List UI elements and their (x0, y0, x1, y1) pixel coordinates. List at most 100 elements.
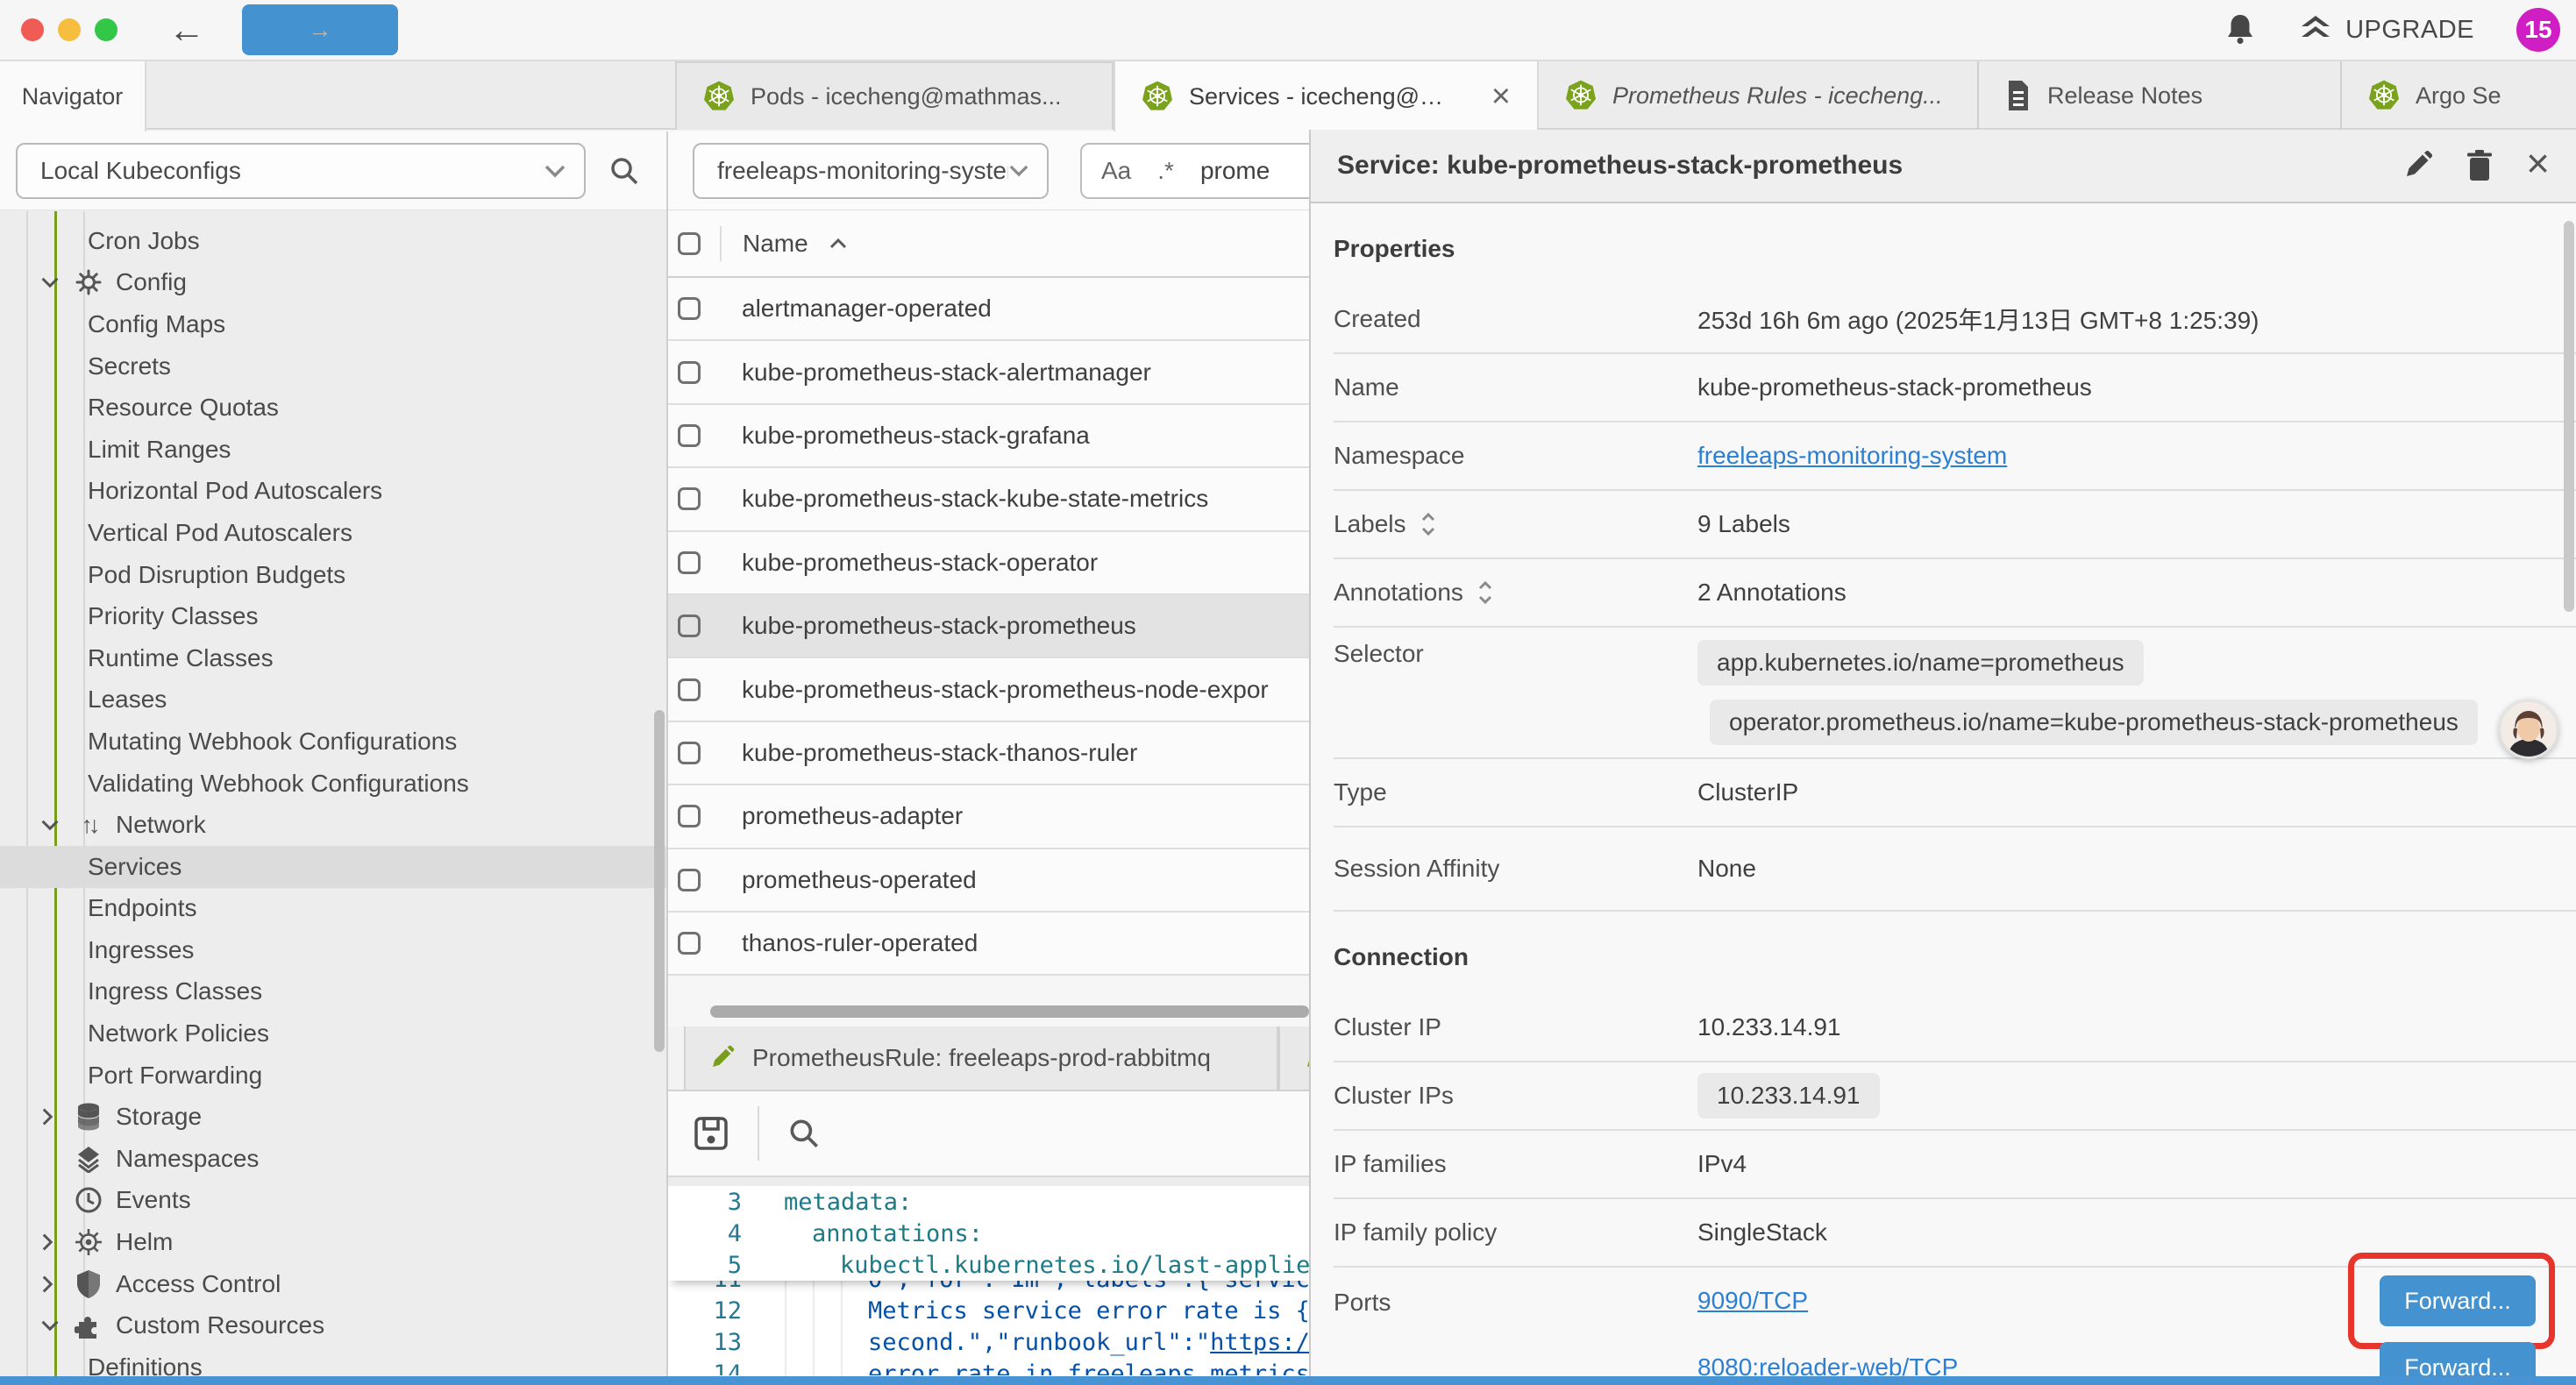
save-icon[interactable] (691, 1113, 731, 1154)
sidebar-item-mutating-webhook-configurations[interactable]: Mutating Webhook Configurations (0, 721, 666, 763)
window-minimize-button[interactable] (58, 18, 81, 41)
close-icon[interactable]: × (2526, 143, 2550, 183)
row-checkbox[interactable] (678, 361, 701, 384)
sidebar-item-config[interactable]: Config (0, 262, 666, 304)
sidebar-item-custom-resources[interactable]: Custom Resources (0, 1304, 666, 1346)
table-row[interactable]: kube-prometheus-stack-thanos-ruler (668, 722, 1309, 785)
row-checkbox[interactable] (678, 551, 701, 574)
sidebar-item-ingress-classes[interactable]: Ingress Classes (0, 971, 666, 1013)
tab-argo[interactable]: Argo Se (2342, 61, 2570, 130)
port-link[interactable]: 9090/TCP (1697, 1287, 1808, 1315)
row-checkbox[interactable] (678, 614, 701, 637)
chevron-right-icon[interactable] (40, 1107, 54, 1126)
sidebar-item-network-policies[interactable]: Network Policies (0, 1012, 666, 1055)
sidebar-item-config-maps[interactable]: Config Maps (0, 303, 666, 345)
sidebar-item-services[interactable]: Services (0, 846, 666, 888)
sidebar-item-namespaces[interactable]: Namespaces (0, 1138, 666, 1180)
table-row[interactable]: kube-prometheus-stack-prometheus-node-ex… (668, 658, 1309, 721)
sidebar-item-pod-disruption-budgets[interactable]: Pod Disruption Budgets (0, 554, 666, 596)
sidebar-item-resource-quotas[interactable]: Resource Quotas (0, 387, 666, 429)
window-close-button[interactable] (21, 18, 44, 41)
assistant-avatar[interactable] (2499, 700, 2558, 759)
drawer-scrollbar[interactable] (2564, 221, 2574, 612)
sidebar-item-definitions[interactable]: Definitions (0, 1346, 666, 1376)
search-icon[interactable] (607, 153, 642, 188)
table-row[interactable]: alertmanager-operated (668, 278, 1309, 341)
tab-release[interactable]: Release Notes (1979, 61, 2342, 130)
sort-updown-icon[interactable] (1477, 580, 1493, 605)
table-row[interactable]: kube-prometheus-stack-alertmanager (668, 341, 1309, 404)
table-row[interactable]: kube-prometheus-stack-kube-state-metrics (668, 468, 1309, 531)
sidebar-item-ingresses[interactable]: Ingresses (0, 929, 666, 971)
table-row[interactable]: thanos-ruler-operated (668, 913, 1309, 976)
search-input[interactable]: Aa .* prome (1080, 143, 1309, 199)
horizontal-scrollbar[interactable] (710, 1005, 1309, 1018)
sidebar-item-secrets[interactable]: Secrets (0, 345, 666, 387)
forward-button[interactable]: Forward... (2380, 1275, 2536, 1326)
namespace-link[interactable]: freeleaps-monitoring-system (1697, 442, 2007, 470)
forward-button[interactable]: Forward... (2380, 1342, 2536, 1376)
sidebar-item-events[interactable]: Events (0, 1180, 666, 1222)
sidebar-item-cron-jobs[interactable]: Cron Jobs (0, 220, 666, 262)
chevron-right-icon[interactable] (40, 1275, 54, 1294)
window-zoom-button[interactable] (95, 18, 117, 41)
edit-pencil-icon[interactable] (2402, 150, 2433, 181)
namespace-select[interactable]: freeleaps-monitoring-system (693, 143, 1049, 199)
match-case-toggle[interactable]: Aa (1101, 157, 1131, 185)
kubeconfig-select[interactable]: Local Kubeconfigs (16, 143, 586, 199)
sidebar-item-leases[interactable]: Leases (0, 679, 666, 721)
row-checkbox[interactable] (678, 297, 701, 320)
editor-tab[interactable] (1278, 1026, 1309, 1090)
chevron-down-icon[interactable] (40, 275, 60, 289)
notification-badge[interactable]: 15 (2516, 8, 2560, 52)
table-row[interactable]: prometheus-operated (668, 849, 1309, 913)
sort-updown-icon[interactable] (1420, 512, 1436, 536)
row-checkbox[interactable] (678, 424, 701, 447)
row-checkbox[interactable] (678, 742, 701, 764)
row-checkbox[interactable] (678, 487, 701, 510)
editor-search-icon[interactable] (786, 1115, 822, 1152)
sidebar-item-storage[interactable]: Storage (0, 1096, 666, 1138)
sidebar-item-priority-classes[interactable]: Priority Classes (0, 595, 666, 637)
row-checkbox[interactable] (678, 805, 701, 827)
sort-asc-icon[interactable] (828, 237, 849, 251)
sidebar-item-horizontal-pod-autoscalers[interactable]: Horizontal Pod Autoscalers (0, 471, 666, 513)
table-row[interactable]: kube-prometheus-stack-grafana (668, 405, 1309, 468)
row-checkbox[interactable] (678, 869, 701, 891)
tab-close-icon[interactable]: × (1491, 78, 1511, 116)
regex-toggle[interactable]: .* (1157, 157, 1174, 185)
delete-trash-icon[interactable] (2465, 149, 2494, 182)
sidebar-item-validating-webhook-configurations[interactable]: Validating Webhook Configurations (0, 763, 666, 805)
name-column-header[interactable]: Name (743, 230, 808, 258)
table-row[interactable]: prometheus-adapter (668, 785, 1309, 849)
code-link[interactable]: https://netc (1210, 1329, 1309, 1356)
sidebar-item-network[interactable]: ↑↓Network (0, 804, 666, 846)
row-checkbox[interactable] (678, 932, 701, 955)
chevron-right-icon[interactable] (40, 1232, 54, 1252)
sidebar-item-endpoints[interactable]: Endpoints (0, 888, 666, 930)
select-all-checkbox[interactable] (678, 232, 701, 255)
table-row[interactable]: kube-prometheus-stack-operator (668, 532, 1309, 595)
sidebar-item-vertical-pod-autoscalers[interactable]: Vertical Pod Autoscalers (0, 512, 666, 554)
editor-tab[interactable]: PrometheusRule: freeleaps-prod-rabbitmq (684, 1026, 1278, 1090)
tab-pods[interactable]: Pods - icecheng@mathmas... (675, 61, 1114, 130)
row-checkbox[interactable] (678, 678, 701, 701)
table-row[interactable]: kube-prometheus-stack-prometheus (668, 595, 1309, 658)
forward-icon[interactable]: → (242, 4, 398, 55)
sidebar-item-access-control[interactable]: Access Control (0, 1263, 666, 1305)
sidebar-item-helm[interactable]: Helm (0, 1221, 666, 1263)
navigator-scrollbar[interactable] (654, 710, 665, 1052)
sidebar-item-runtime-classes[interactable]: Runtime Classes (0, 637, 666, 679)
bell-icon[interactable] (2224, 12, 2256, 47)
sidebar-item-port-forwarding[interactable]: Port Forwarding (0, 1055, 666, 1097)
chevron-down-icon[interactable] (40, 818, 60, 832)
back-icon[interactable]: ← (168, 11, 205, 48)
port-link[interactable]: 8080:reloader-web/TCP (1697, 1353, 1958, 1376)
sidebar-item-limit-ranges[interactable]: Limit Ranges (0, 429, 666, 471)
chevron-down-icon[interactable] (40, 1318, 60, 1332)
navigator-tab[interactable]: Navigator (0, 61, 146, 131)
tab-prometheus[interactable]: Prometheus Rules - icecheng... (1539, 61, 1979, 130)
yaml-editor[interactable]: 3metadata:4annotations:5kubectl.kubernet… (668, 1186, 1309, 1376)
tab-services[interactable]: Services - icecheng@math...× (1114, 61, 1539, 131)
upgrade-button[interactable]: UPGRADE (2298, 12, 2474, 47)
